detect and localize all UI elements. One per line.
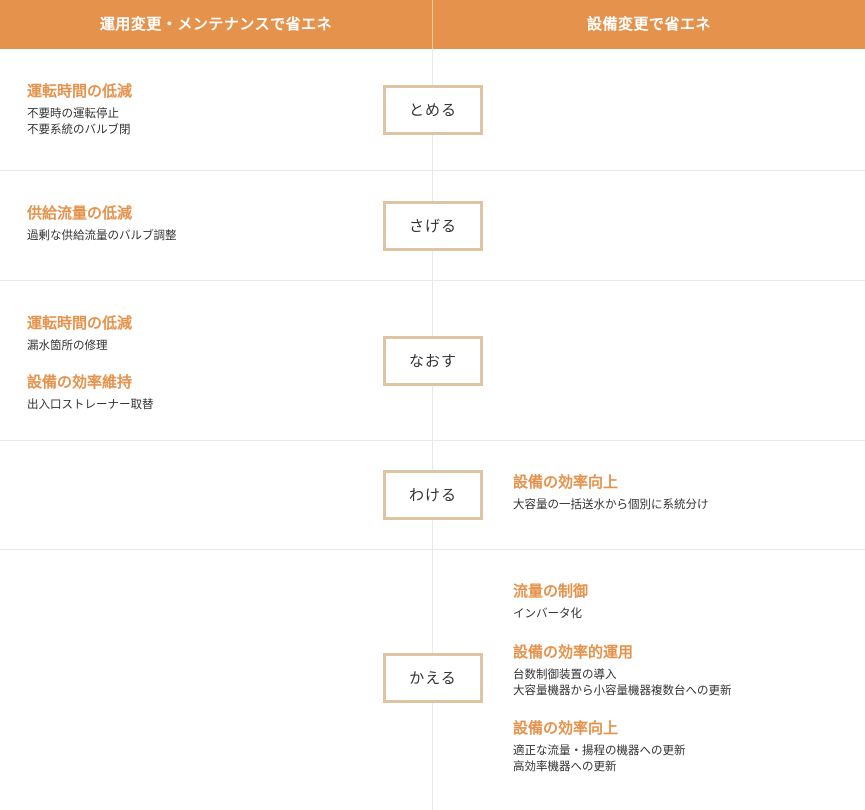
measure-description: 台数制御装置の導入 大容量機器から小容量機器複数台への更新: [513, 666, 853, 698]
measure-description: 過剰な供給流量のバルブ調整: [27, 227, 367, 243]
measure-title: 設備の効率的運用: [513, 643, 634, 661]
measure-detail: 高効率機器への更新: [513, 759, 617, 773]
measure-description: 漏水箇所の修理: [27, 337, 367, 353]
measure-description: 出入口ストレーナー取替: [27, 396, 367, 412]
row-divider: [0, 549, 865, 550]
action-lower-box: さげる: [383, 201, 483, 251]
action-replace-box: かえる: [383, 653, 483, 703]
measure-run-time-reduction-repair: 運転時間の低減 漏水箇所の修理: [27, 313, 367, 353]
measure-efficiency-improvement-split: 設備の効率向上 大容量の一括送水から個別に系統分け: [513, 472, 853, 512]
measure-description: 不要時の運転停止 不要系統のバルブ閉: [27, 105, 367, 137]
measure-efficient-operation: 設備の効率的運用 台数制御装置の導入 大容量機器から小容量機器複数台への更新: [513, 642, 853, 698]
measure-detail: インバータ化: [513, 606, 582, 620]
table-header: 運用変更・メンテナンスで省エネ 設備変更で省エネ: [0, 0, 865, 49]
measure-description: インバータ化: [513, 605, 853, 621]
measure-title: 運転時間の低減: [27, 314, 133, 332]
measure-detail: 過剰な供給流量のバルブ調整: [27, 228, 177, 242]
measure-detail: 大容量機器から小容量機器複数台への更新: [513, 683, 732, 697]
measure-description: 適正な流量・揚程の機器への更新 高効率機器への更新: [513, 742, 853, 774]
measure-detail: 台数制御装置の導入: [513, 667, 617, 681]
measure-title: 流量の制御: [513, 582, 589, 600]
action-stop-box: とめる: [383, 85, 483, 135]
measure-detail: 出入口ストレーナー取替: [27, 397, 154, 411]
measure-detail: 不要時の運転停止: [27, 106, 119, 120]
measure-run-time-reduction: 運転時間の低減 不要時の運転停止 不要系統のバルブ閉: [27, 81, 367, 137]
measure-flow-control: 流量の制御 インバータ化: [513, 581, 853, 621]
header-equipment-change: 設備変更で省エネ: [586, 15, 711, 33]
measure-detail: 不要系統のバルブ閉: [27, 122, 131, 136]
page: 運用変更・メンテナンスで省エネ 設備変更で省エネ 運転時間の低減 不要時の運転停…: [0, 0, 865, 810]
measure-efficiency-maintenance: 設備の効率維持 出入口ストレーナー取替: [27, 372, 367, 412]
measure-description: 大容量の一括送水から個別に系統分け: [513, 496, 853, 512]
measure-title: 運転時間の低減: [27, 82, 133, 100]
measure-title: 設備の効率向上: [513, 719, 619, 737]
measure-detail: 漏水箇所の修理: [27, 338, 108, 352]
measure-supply-flow-reduction: 供給流量の低減 過剰な供給流量のバルブ調整: [27, 203, 367, 243]
measure-detail: 適正な流量・揚程の機器への更新: [513, 743, 686, 757]
measure-title: 供給流量の低減: [27, 204, 133, 222]
measure-efficiency-improvement-replace: 設備の効率向上 適正な流量・揚程の機器への更新 高効率機器への更新: [513, 718, 853, 774]
measure-title: 設備の効率維持: [27, 373, 133, 391]
row-divider: [0, 440, 865, 441]
header-operation-maintenance: 運用変更・メンテナンスで省エネ: [99, 15, 333, 33]
row-divider: [0, 280, 865, 281]
action-fix-box: なおす: [383, 336, 483, 386]
row-divider: [0, 170, 865, 171]
measure-detail: 大容量の一括送水から個別に系統分け: [513, 497, 709, 511]
action-split-box: わける: [383, 470, 483, 520]
measure-title: 設備の効率向上: [513, 473, 619, 491]
